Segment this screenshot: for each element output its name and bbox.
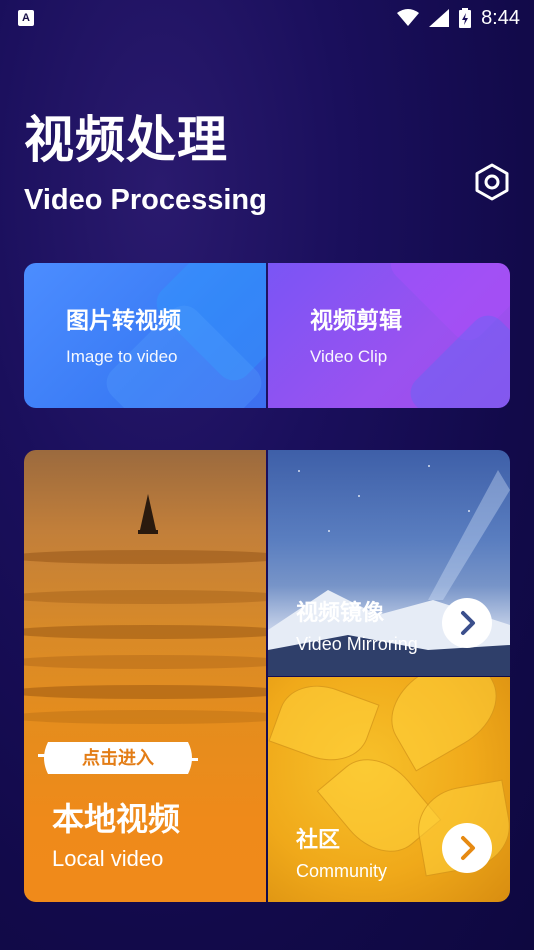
water-ripple <box>24 655 266 669</box>
community-arrow-button[interactable] <box>442 823 492 873</box>
app-notification-icon: A <box>18 10 34 26</box>
video-mirroring-title: 视频镜像 <box>296 600 385 625</box>
image-to-video-card[interactable]: 图片转视频 Image to video <box>24 263 266 408</box>
water-ripple <box>24 710 266 724</box>
mirroring-arrow-button[interactable] <box>442 598 492 648</box>
image-to-video-subtitle: Image to video <box>66 347 178 366</box>
water-ripple <box>24 685 266 699</box>
video-clip-title: 视频剪辑 <box>310 307 402 333</box>
status-bar: A 8:44 <box>0 0 534 36</box>
water-ripple <box>24 550 266 564</box>
video-mirroring-card[interactable]: 视频镜像 Video Mirroring <box>268 450 510 676</box>
leaf-decoration <box>375 677 510 772</box>
image-to-video-title: 图片转视频 <box>66 307 181 333</box>
local-video-card[interactable]: 点击进入 本地视频 Local video <box>24 450 266 902</box>
status-icons: 8:44 <box>397 4 520 32</box>
water-ripple <box>24 590 266 604</box>
community-subtitle: Community <box>296 861 388 881</box>
battery-icon <box>459 8 472 28</box>
settings-hex-icon[interactable] <box>472 162 512 202</box>
video-clip-card[interactable]: 视频剪辑 Video Clip <box>268 263 510 408</box>
local-video-title: 本地视频 <box>52 801 181 837</box>
page-subtitle: Video Processing <box>24 184 267 216</box>
local-video-subtitle: Local video <box>52 846 164 871</box>
page-title: 视频处理 <box>24 112 228 168</box>
clock: 8:44 <box>481 6 520 29</box>
video-clip-subtitle: Video Clip <box>310 347 388 366</box>
chevron-right-icon <box>461 611 475 635</box>
water-ripple <box>24 625 266 639</box>
enter-badge[interactable]: 点击进入 <box>38 738 198 778</box>
signal-icon <box>429 9 450 27</box>
chevron-right-icon <box>461 836 475 860</box>
wifi-icon <box>397 9 420 26</box>
community-title: 社区 <box>296 827 341 852</box>
community-card[interactable]: 社区 Community <box>268 677 510 902</box>
sailboat-image <box>138 494 158 534</box>
video-mirroring-subtitle: Video Mirroring <box>296 634 418 654</box>
